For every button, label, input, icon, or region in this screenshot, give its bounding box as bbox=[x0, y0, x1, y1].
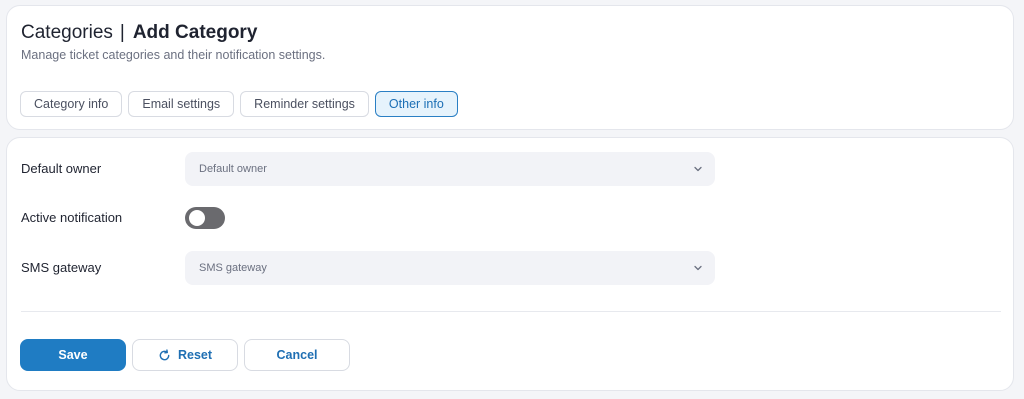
breadcrumb-current: Add Category bbox=[132, 22, 258, 43]
page-header-card: Categories | Add Category Manage ticket … bbox=[6, 5, 1014, 130]
tab-other-info[interactable]: Other info bbox=[374, 91, 458, 117]
form-card: Default owner Default owner Active notif… bbox=[6, 137, 1014, 391]
tab-category-info[interactable]: Category info bbox=[20, 91, 123, 117]
chevron-down-icon bbox=[693, 263, 703, 273]
form-divider bbox=[21, 311, 1001, 312]
page-title: Categories | Add Category bbox=[21, 22, 257, 44]
save-button[interactable]: Save bbox=[20, 339, 126, 371]
tab-reminder-settings[interactable]: Reminder settings bbox=[240, 91, 369, 117]
breadcrumb-separator: | bbox=[119, 22, 125, 43]
active-notification-toggle[interactable] bbox=[185, 207, 225, 229]
default-owner-label: Default owner bbox=[21, 161, 102, 176]
sms-gateway-placeholder: SMS gateway bbox=[199, 262, 267, 274]
refresh-icon bbox=[158, 348, 171, 362]
breadcrumb-categories[interactable]: Categories bbox=[21, 22, 113, 44]
reset-button[interactable]: Reset bbox=[132, 339, 238, 371]
sms-gateway-label: SMS gateway bbox=[21, 260, 102, 275]
default-owner-select[interactable]: Default owner bbox=[185, 152, 715, 186]
tab-email-settings[interactable]: Email settings bbox=[128, 91, 235, 117]
page-description: Manage ticket categories and their notif… bbox=[21, 48, 326, 62]
cancel-button[interactable]: Cancel bbox=[244, 339, 350, 371]
chevron-down-icon bbox=[693, 164, 703, 174]
reset-label: Reset bbox=[177, 348, 213, 362]
active-notification-label: Active notification bbox=[21, 210, 123, 225]
toggle-knob bbox=[189, 210, 205, 226]
tab-bar: Category info Email settings Reminder se… bbox=[20, 91, 458, 117]
sms-gateway-select[interactable]: SMS gateway bbox=[185, 251, 715, 285]
default-owner-placeholder: Default owner bbox=[199, 163, 267, 175]
